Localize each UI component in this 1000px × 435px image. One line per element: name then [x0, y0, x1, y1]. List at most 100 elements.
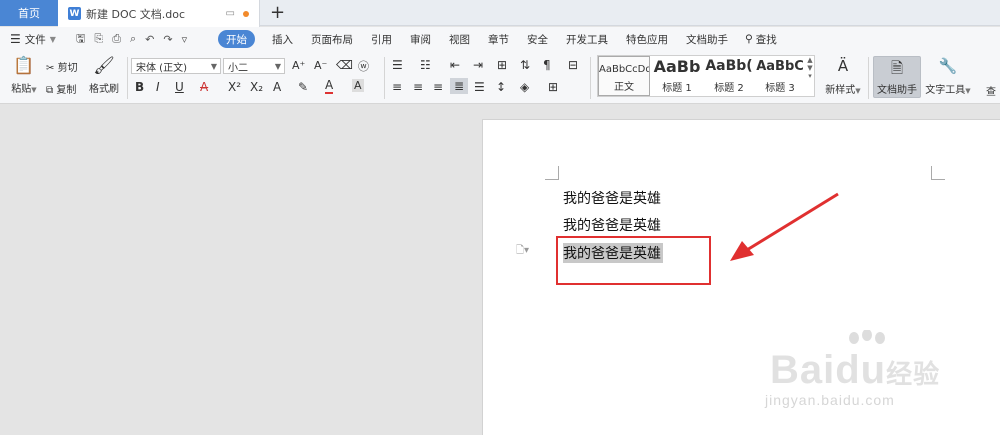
- italic-button[interactable]: I: [156, 80, 160, 94]
- customize-icon[interactable]: ▿: [182, 33, 188, 46]
- shading-icon[interactable]: ◈: [520, 80, 529, 94]
- sort-icon[interactable]: ⇅: [520, 58, 530, 72]
- search-button[interactable]: ⚲ 查找: [737, 32, 785, 47]
- ribbon-divider: [127, 57, 128, 99]
- pinyin-guide-icon[interactable]: ⓦ: [358, 58, 369, 74]
- text-tools-button[interactable]: 🔧 文字工具▼: [925, 57, 971, 96]
- wrench-icon: 🔧: [938, 57, 958, 75]
- style-heading-1[interactable]: AaBb 标题 1: [651, 56, 703, 96]
- paragraph-handle-icon[interactable]: 🗋▾: [516, 243, 529, 260]
- tab-document-title: 新建 DOC 文档.doc: [86, 7, 186, 21]
- grow-font-button[interactable]: A⁺: [292, 59, 305, 72]
- unsaved-dot-icon: [243, 10, 249, 17]
- font-name-select[interactable]: 宋体 (正文) ▼: [131, 58, 221, 74]
- menu-item-developer[interactable]: 开发工具: [557, 30, 617, 48]
- highlight-color-icon[interactable]: ✎: [298, 80, 308, 94]
- search-icon: ⚲: [745, 33, 753, 45]
- increase-indent-icon[interactable]: ⇥: [473, 58, 483, 72]
- superscript-button[interactable]: X²: [228, 80, 241, 94]
- export-icon[interactable]: ⎘: [94, 32, 103, 46]
- ribbon-toolbar: 📋 粘贴▼ ✂ 剪切 ⧉ 复制 🖌 格式刷 宋体 (正文) ▼ 小二 ▼ A⁺ …: [0, 51, 1000, 104]
- menu-item-start[interactable]: 开始: [218, 30, 255, 48]
- cut-button[interactable]: ✂ 剪切: [46, 59, 78, 74]
- char-shading-button[interactable]: A: [352, 79, 364, 92]
- justify-icon[interactable]: ≣: [450, 78, 469, 94]
- format-painter-button[interactable]: 🖌 格式刷: [88, 57, 120, 95]
- show-marks-icon[interactable]: ¶: [543, 58, 551, 72]
- new-style-icon: Ä: [837, 57, 849, 75]
- align-left-icon[interactable]: ≡: [392, 80, 402, 94]
- styles-gallery: AaBbCcDd 正文 AaBb 标题 1 AaBb( 标题 2 AaBbC 标…: [597, 55, 815, 97]
- tab-bar: 首页 W 新建 DOC 文档.doc ▭ +: [0, 0, 1000, 27]
- decrease-indent-icon[interactable]: ⇤: [450, 58, 460, 72]
- print-icon[interactable]: ⎙: [112, 32, 121, 46]
- save-icon[interactable]: 🖫: [76, 30, 85, 49]
- menu-item-features[interactable]: 特色应用: [617, 30, 677, 48]
- margin-corner-top-right: [931, 166, 945, 180]
- subscript-button[interactable]: X₂: [250, 80, 263, 94]
- paragraph-line-2[interactable]: 我的爸爸是英雄: [563, 215, 661, 235]
- highlight-box: [556, 236, 711, 285]
- table-icon[interactable]: ⊟: [568, 58, 578, 72]
- menu-item-view[interactable]: 视图: [440, 30, 479, 48]
- redo-icon[interactable]: ↷: [163, 33, 172, 46]
- chevron-down-icon: ▼: [210, 61, 217, 71]
- distributed-icon[interactable]: ☰: [474, 80, 485, 94]
- style-heading-2[interactable]: AaBb( 标题 2: [703, 56, 755, 96]
- quick-access-toolbar: 🖫 ⎘ ⎙ ⌕ ↶ ↷ ▿: [68, 30, 218, 49]
- copy-button[interactable]: ⧉ 复制: [46, 81, 76, 96]
- copy-icon: ⧉: [46, 85, 54, 96]
- file-menu[interactable]: ☰ 文件 ▼: [0, 32, 68, 47]
- add-tab-button[interactable]: +: [270, 2, 285, 23]
- chevron-down-icon: ▼: [274, 61, 281, 71]
- menu-item-review[interactable]: 审阅: [401, 30, 440, 48]
- align-center-icon[interactable]: ≡: [413, 80, 423, 94]
- clipboard-icon: 📋: [13, 56, 35, 76]
- ribbon-divider: [868, 57, 869, 99]
- style-normal[interactable]: AaBbCcDd 正文: [598, 56, 650, 96]
- bold-button[interactable]: B: [135, 80, 144, 94]
- menu-item-references[interactable]: 引用: [362, 30, 401, 48]
- clear-format-icon[interactable]: ⌫: [336, 58, 353, 72]
- text-effect-button[interactable]: A: [273, 80, 281, 94]
- menu-item-page-layout[interactable]: 页面布局: [302, 30, 362, 48]
- find-replace-button[interactable]: 查: [986, 83, 996, 98]
- borders-icon[interactable]: ⊞: [548, 80, 558, 94]
- menu-item-doc-assistant[interactable]: 文档助手: [677, 30, 737, 48]
- menu-bar: ☰ 文件 ▼ 🖫 ⎘ ⎙ ⌕ ↶ ↷ ▿ 开始 插入 页面布局 引用 审阅 视图…: [0, 27, 1000, 51]
- bullet-list-icon[interactable]: ☰: [392, 58, 403, 72]
- preview-icon[interactable]: ⌕: [130, 32, 136, 46]
- doc-assistant-button[interactable]: 🗎 文档助手: [873, 56, 921, 98]
- chinese-layout-icon[interactable]: ⊞: [497, 58, 507, 72]
- paragraph-line-1[interactable]: 我的爸爸是英雄: [563, 188, 661, 208]
- margin-corner-top-left: [545, 166, 559, 180]
- new-style-button[interactable]: Ä 新样式▼: [823, 57, 863, 96]
- shrink-font-button[interactable]: A⁻: [314, 59, 327, 72]
- numbered-list-icon[interactable]: ☷: [420, 58, 431, 72]
- ribbon-divider: [590, 57, 591, 99]
- styles-scroll[interactable]: ▲ ▼ ▾: [805, 56, 815, 96]
- line-spacing-icon[interactable]: ↕: [496, 80, 506, 94]
- word-doc-icon: W: [68, 7, 81, 20]
- align-right-icon[interactable]: ≡: [433, 80, 443, 94]
- font-color-button[interactable]: A: [325, 79, 334, 94]
- font-size-select[interactable]: 小二 ▼: [223, 58, 285, 74]
- baidu-watermark: Baidu经验 jingyan.baidu.com: [760, 322, 990, 422]
- paste-button[interactable]: 📋 粘贴▼: [10, 57, 38, 95]
- menu-item-insert[interactable]: 插入: [263, 30, 302, 48]
- strikethrough-button[interactable]: A: [200, 80, 208, 94]
- doc-assistant-icon: 🗎: [890, 59, 904, 77]
- paint-brush-icon: 🖌: [93, 56, 115, 76]
- menu-item-security[interactable]: 安全: [518, 30, 557, 48]
- hamburger-icon: ☰: [10, 32, 21, 46]
- tab-document[interactable]: W 新建 DOC 文档.doc ▭: [58, 0, 260, 27]
- scissors-icon: ✂: [46, 63, 55, 74]
- tab-home[interactable]: 首页: [0, 0, 58, 26]
- annotation-arrow-icon: [730, 192, 839, 261]
- watermark-url: jingyan.baidu.com: [765, 392, 895, 408]
- undo-icon[interactable]: ↶: [145, 33, 154, 46]
- monitor-icon[interactable]: ▭: [226, 8, 235, 19]
- underline-button[interactable]: U: [175, 80, 184, 94]
- style-heading-3[interactable]: AaBbC 标题 3: [755, 56, 805, 96]
- menu-item-chapter[interactable]: 章节: [479, 30, 518, 48]
